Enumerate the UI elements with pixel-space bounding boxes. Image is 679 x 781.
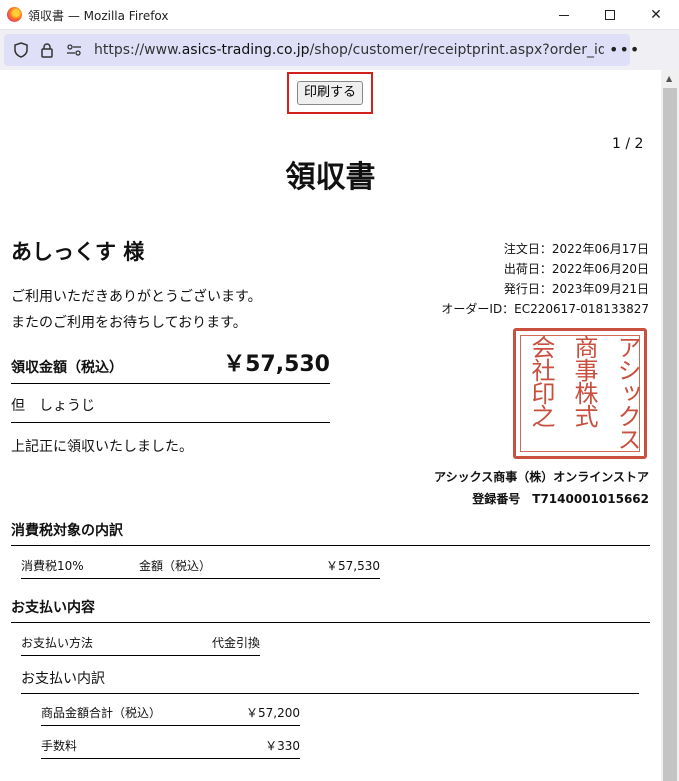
tax-section-heading: 消費税対象の内訳	[11, 518, 650, 546]
issue-date: 発行日：2023年09月21日	[503, 282, 649, 296]
close-button[interactable]: ✕	[633, 0, 679, 30]
stamp-column-1: アシックス	[613, 335, 641, 450]
company-name: アシックス商事（株）オンラインストア	[434, 470, 649, 484]
amount-value: ￥57,530	[223, 352, 330, 377]
url-text[interactable]: https://www.asics-trading.co.jp/shop/cus…	[94, 42, 604, 58]
lock-icon[interactable]	[39, 42, 55, 58]
stamp-column-3: 会社印之	[527, 335, 555, 427]
purpose-row: 但 しょうじ	[11, 384, 330, 423]
print-button[interactable]: 印刷する	[297, 81, 363, 105]
scrollbar-thumb[interactable]	[663, 88, 677, 781]
nav-bar: https://www.asics-trading.co.jp/shop/cus…	[0, 30, 679, 84]
breakdown-label: 手数料	[41, 739, 78, 753]
page-title: 領収書	[285, 160, 376, 195]
payment-method-row: お支払い方法 代金引換	[21, 634, 260, 656]
stamp-column-2: 商事株式	[570, 335, 598, 427]
company-seal-stamp: アシックス 商事株式 会社印之	[513, 328, 647, 459]
payment-breakdown-heading: お支払い内訳	[21, 670, 639, 694]
order-date: 注文日：2022年06月17日	[503, 242, 649, 256]
tax-amount-label: 金額（税込）	[139, 559, 212, 573]
order-id: オーダーID：EC220617-018133827	[441, 302, 649, 316]
registration-number: 登録番号 T7140001015662	[472, 492, 649, 506]
scrollbar[interactable]: ▲	[661, 70, 679, 781]
breakdown-value: ￥330	[265, 739, 300, 753]
payment-method-label: お支払い方法	[21, 636, 94, 650]
window-title: 領収書 — Mozilla Firefox	[28, 9, 169, 23]
maximize-icon	[605, 10, 615, 20]
breakdown-label: 商品金額合計（税込）	[41, 706, 162, 720]
payment-method-value: 代金引換	[211, 636, 260, 650]
tax-rate: 消費税10%	[21, 559, 84, 573]
list-item: 商品金額合計（税込） ￥57,200	[41, 704, 300, 726]
received-text: 上記正に領収いたしました。	[11, 439, 193, 455]
print-button-highlight: 印刷する	[287, 72, 373, 114]
page-number: 1 / 2	[612, 136, 644, 152]
amount-label: 領収金額（税込）	[11, 360, 123, 376]
purpose-text: 但 しょうじ	[11, 398, 95, 414]
close-icon: ✕	[650, 7, 662, 23]
permissions-icon[interactable]	[66, 42, 82, 58]
greeting-line-2: またのご利用をお待ちしております。	[11, 315, 247, 331]
tax-amount-value: ￥57,530	[326, 559, 380, 573]
payment-section-heading: お支払い内容	[11, 595, 650, 623]
customer-name: あしっくす 様	[11, 240, 145, 264]
receipt-page: 印刷する 1 / 2 領収書 あしっくす 様 ご利用いただきありがとうございます…	[0, 70, 661, 781]
title-bar: 領収書 — Mozilla Firefox ✕	[0, 0, 679, 30]
minimize-button[interactable]	[541, 0, 587, 30]
minimize-icon	[559, 14, 569, 16]
list-item: 手数料 ￥330	[41, 737, 300, 759]
tax-row: 消費税10% 金額（税込） ￥57,530	[21, 557, 380, 579]
shield-icon[interactable]	[13, 42, 29, 58]
url-bar[interactable]: https://www.asics-trading.co.jp/shop/cus…	[4, 34, 639, 66]
amount-row: 領収金額（税込） ￥57,530	[11, 346, 330, 384]
scroll-up-icon[interactable]: ▲	[666, 74, 672, 83]
page-actions-button[interactable]: •••	[609, 40, 640, 59]
greeting-line-1: ご利用いただきありがとうございます。	[11, 289, 262, 305]
firefox-logo-icon	[7, 7, 22, 22]
ship-date: 出荷日：2022年06月20日	[503, 262, 649, 276]
breakdown-value: ￥57,200	[246, 706, 300, 720]
maximize-button[interactable]	[587, 0, 633, 30]
